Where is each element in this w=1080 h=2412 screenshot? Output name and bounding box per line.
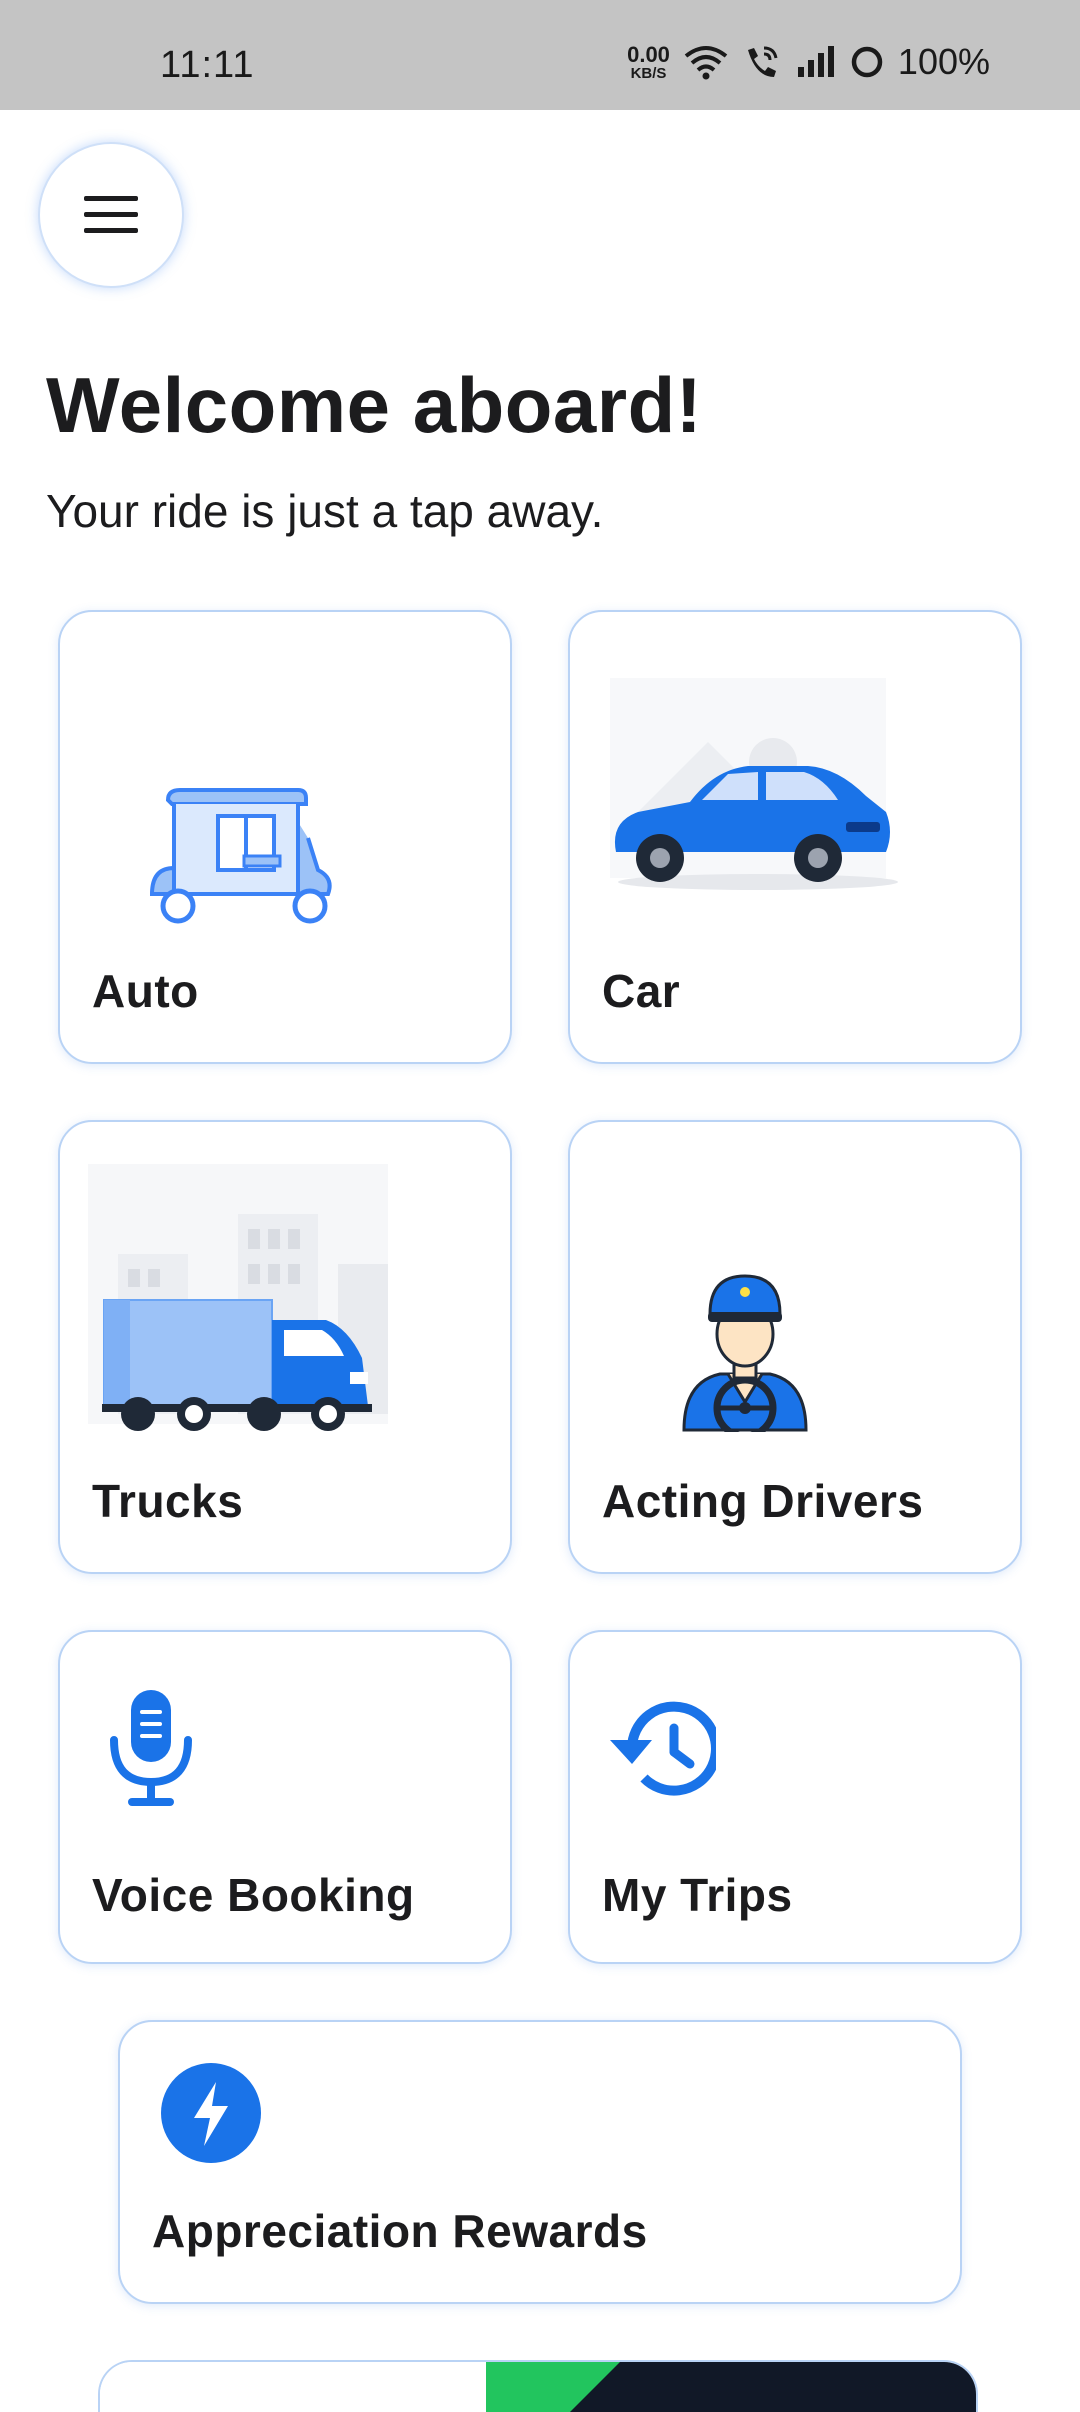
service-label: Auto [92,965,199,1017]
car-icon [610,678,898,890]
signal-icon [797,46,834,77]
network-speed: 0.00 KB/S [627,41,670,82]
service-label: Appreciation Rewards [152,2205,648,2257]
promo-banner[interactable] [98,2360,978,2412]
microphone-icon [110,1690,192,1806]
service-card-appreciation-rewards[interactable]: Appreciation Rewards [118,2020,962,2304]
service-card-my-trips[interactable]: My Trips [568,1630,1022,1964]
service-card-acting-drivers[interactable]: Acting Drivers [568,1120,1022,1574]
page-subtitle: Your ride is just a tap away. [46,485,604,537]
auto-rickshaw-icon [149,788,332,924]
service-label: My Trips [602,1869,793,1921]
service-card-trucks[interactable]: Trucks [58,1120,512,1574]
service-label: Trucks [92,1475,244,1527]
service-label: Acting Drivers [602,1475,924,1527]
lightning-icon [161,2063,261,2163]
network-speed-value: 0.00 [627,41,670,67]
status-time: 11:11 [160,44,255,86]
service-card-voice-booking[interactable]: Voice Booking [58,1630,512,1964]
status-bar: 11:11 0.00 KB/S 100% [0,0,1080,110]
truck-icon [88,1164,388,1431]
battery-percentage: 100% [897,41,990,82]
service-label: Voice Booking [92,1869,415,1921]
page-title: Welcome aboard! [46,361,703,449]
network-speed-unit: KB/S [630,64,667,82]
driver-icon [682,1274,808,1432]
history-icon [610,1701,716,1796]
hamburger-icon [84,196,138,233]
wifi-call-icon [747,46,778,77]
wifi-icon [684,46,728,80]
promo-banner-graphic [100,2362,976,2412]
service-card-auto[interactable]: Auto [58,610,512,1064]
service-label: Car [602,965,681,1017]
battery-ring-icon [851,46,883,78]
menu-button[interactable] [38,142,184,288]
service-card-car[interactable]: Car [568,610,1022,1064]
status-icons: 0.00 KB/S 100% [627,40,990,84]
